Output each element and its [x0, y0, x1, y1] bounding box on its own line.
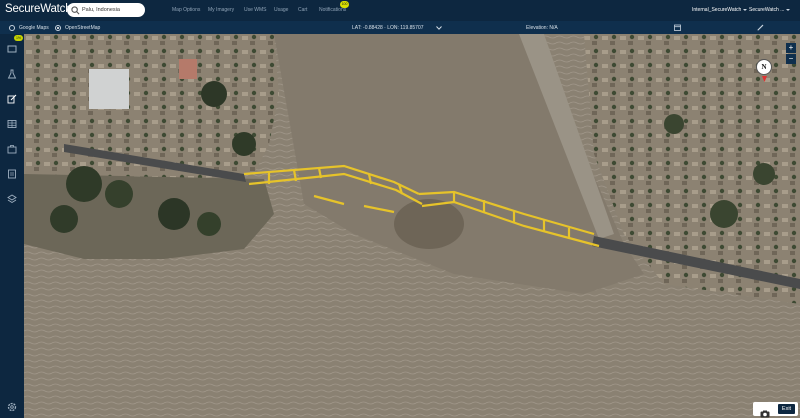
org-label: Internal_SecureWatch: [692, 7, 742, 13]
search-input[interactable]: [82, 7, 144, 13]
nav-my-imagery[interactable]: My Imagery: [208, 7, 234, 13]
left-sidebar: 1%: [0, 34, 24, 418]
layers-icon[interactable]: [7, 41, 17, 53]
search-box[interactable]: [67, 3, 145, 17]
edit-icon[interactable]: [7, 91, 17, 104]
securewatch-app: SecureWatch Map Options My Imagery Use W…: [0, 0, 800, 418]
stack-icon[interactable]: [7, 191, 17, 204]
user-label: SecureWatch ...: [749, 7, 785, 13]
org-menu[interactable]: Internal_SecureWatch: [692, 7, 748, 13]
pencil-icon[interactable]: [757, 24, 764, 33]
zoom-out-button[interactable]: −: [786, 54, 796, 64]
nav-use-wms[interactable]: Use WMS: [244, 7, 267, 13]
app-logo[interactable]: SecureWatch: [5, 3, 72, 15]
radio-label-openstreetmap: OpenStreetMap: [65, 25, 101, 31]
chevron-down-icon: [743, 8, 748, 11]
elevation-readout: Elevation: N/A: [526, 25, 558, 31]
compass-icon[interactable]: N: [756, 59, 772, 75]
gear-icon[interactable]: [6, 400, 18, 412]
report-icon[interactable]: [7, 166, 17, 179]
radio-google-maps[interactable]: [9, 24, 15, 31]
satellite-imagery: [24, 34, 800, 418]
chevron-down-icon: [786, 8, 791, 11]
nav-usage[interactable]: Usage: [274, 7, 288, 13]
zoom-in-button[interactable]: +: [786, 43, 796, 53]
calendar-icon[interactable]: [674, 24, 681, 33]
top-bar: SecureWatch Map Options My Imagery Use W…: [0, 0, 800, 21]
satellite-map[interactable]: + −: [24, 34, 800, 418]
briefcase-icon[interactable]: [7, 141, 17, 154]
notification-badge: 100: [340, 1, 349, 8]
chevron-down-icon[interactable]: [436, 26, 442, 32]
exit-button[interactable]: Exit: [778, 404, 795, 414]
coordinate-readout: LAT: -0.88428 · LON: 119.85707: [352, 25, 424, 31]
nav-map-options[interactable]: Map Options: [172, 7, 200, 13]
flask-icon[interactable]: [7, 66, 17, 79]
radio-openstreetmap[interactable]: [55, 24, 61, 31]
table-icon[interactable]: [7, 116, 17, 128]
camera-icon[interactable]: [760, 405, 770, 418]
nav-cart[interactable]: Cart: [298, 7, 307, 13]
search-icon: [71, 5, 80, 15]
basemap-bar: Google Maps OpenStreetMap LAT: -0.88428 …: [0, 21, 800, 34]
sidebar-badge: 1%: [14, 35, 23, 41]
radio-label-google-maps: Google Maps: [19, 25, 49, 31]
user-menu[interactable]: SecureWatch ...: [749, 7, 791, 13]
